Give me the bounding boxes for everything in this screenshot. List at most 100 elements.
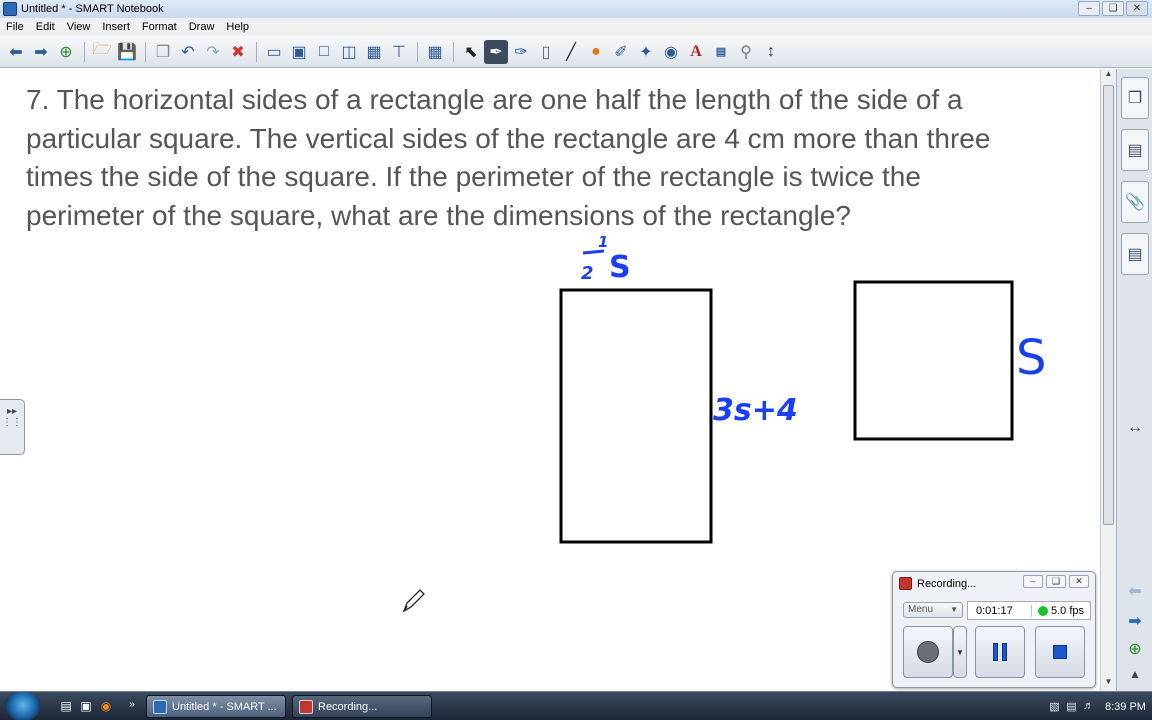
magnify-text-icon[interactable]: ⚲ [734, 40, 758, 64]
quicklaunch-more-icon[interactable]: » [124, 699, 140, 714]
previous-page-icon[interactable]: ⬅ [1123, 581, 1147, 601]
text-icon[interactable]: A [684, 40, 708, 64]
resize-horizontal-icon[interactable]: ↔ [1123, 419, 1147, 439]
stop-button[interactable] [1035, 626, 1085, 678]
magic-pen-icon[interactable]: ✦ [634, 40, 658, 64]
record-button[interactable] [903, 626, 953, 678]
shape-recognition-pen-icon[interactable]: ✐ [609, 40, 633, 64]
back-arrow-icon[interactable]: ⬅ [4, 40, 28, 64]
add-page-icon[interactable]: ⊕ [54, 40, 78, 64]
shape-icon[interactable]: ● [584, 40, 608, 64]
vertical-side-label: 3s+4 [713, 393, 798, 428]
dual-page-icon[interactable]: ◫ [337, 40, 361, 64]
add-page-side-icon[interactable]: ⊕ [1123, 639, 1147, 659]
redo-icon[interactable]: ↷ [201, 40, 225, 64]
system-tray: ▧ ▤ ♬ 8:39 PM [1042, 694, 1152, 719]
half-denominator: 2 [581, 263, 594, 284]
recording-time: 0:01:17 [968, 604, 1032, 617]
square-shape[interactable] [853, 280, 1014, 441]
line-icon[interactable]: ╱ [559, 40, 583, 64]
recorder-titlebar: Recording... [899, 577, 976, 590]
toolbar-divider [417, 41, 418, 62]
minimize-button[interactable]: – [1078, 1, 1100, 16]
menu-edit[interactable]: Edit [30, 21, 61, 33]
start-button[interactable] [4, 692, 42, 720]
stop-icon [1053, 645, 1067, 659]
save-icon[interactable]: 💾 [115, 40, 139, 64]
fps-value: 5.0 fps [1051, 604, 1085, 617]
next-page-icon[interactable]: ➡ [1123, 611, 1147, 631]
switch-windows-icon[interactable]: ▣ [78, 699, 94, 714]
pause-button[interactable] [975, 626, 1025, 678]
screen-shade-icon[interactable]: ▭ [262, 40, 286, 64]
recorder-restore-button[interactable]: ❑ [1046, 575, 1066, 588]
forward-arrow-icon[interactable]: ➡ [29, 40, 53, 64]
table-icon[interactable]: ▦ [423, 40, 447, 64]
side-tab-bar: ❐ ▤ 📎 ▤ ↔ ⬅ ➡ ⊕ ▲ [1116, 69, 1152, 691]
volume-icon[interactable]: ♬ [1082, 700, 1095, 713]
taskbar-button-recording[interactable]: Recording... [292, 695, 432, 718]
taskbar-button-label: Untitled * - SMART ... [172, 700, 277, 713]
side-panel-handle[interactable]: ▸▸ ⋮⋮ [0, 399, 25, 455]
show-desktop-icon[interactable]: ▤ [58, 699, 74, 714]
window-title: Untitled * - SMART Notebook [21, 3, 164, 15]
record-icon [917, 641, 939, 663]
attachments-icon[interactable]: 📎 [1121, 181, 1149, 223]
recorder-window-controls: – ❑ ✕ [1023, 575, 1089, 588]
taskbar-button-notebook[interactable]: Untitled * - SMART ... [146, 695, 286, 718]
smart-notebook-app-icon [3, 2, 17, 16]
record-options-button[interactable]: ▼ [953, 626, 967, 678]
collapse-icon[interactable]: ▲ [1123, 667, 1147, 687]
status-indicator-icon [1038, 605, 1048, 616]
full-screen-icon[interactable]: ▣ [287, 40, 311, 64]
vertical-scrollbar[interactable]: ▲ ▼ [1100, 69, 1116, 691]
fill-icon[interactable]: ◉ [659, 40, 683, 64]
creative-pen-icon[interactable]: ✑ [509, 40, 533, 64]
network-icon[interactable]: ▧ [1048, 700, 1061, 713]
scroll-down-arrow-icon[interactable]: ▼ [1101, 677, 1116, 691]
main-toolbar: ⬅ ➡ ⊕ 🗁 💾 ❐ ↶ ↷ ✖ ▭ ▣ □ ◫ ▦ ⊤ ▦ ⬉ ✒ ✑ ▯ … [0, 36, 1152, 68]
recorder-menu-dropdown[interactable]: Menu ▼ [903, 602, 963, 618]
taskbar-button-label: Recording... [318, 700, 378, 713]
toolbar-divider [453, 41, 454, 62]
toolbar-divider [145, 41, 146, 62]
document-camera-icon[interactable]: ⊤ [387, 40, 411, 64]
open-folder-icon[interactable]: 🗁 [90, 40, 114, 64]
move-toolbar-icon[interactable]: ↕ [759, 40, 783, 64]
eraser-icon[interactable]: ▯ [534, 40, 558, 64]
capture-icon[interactable]: ▦ [362, 40, 386, 64]
properties-icon[interactable]: ▤ [709, 40, 733, 64]
scroll-thumb[interactable] [1103, 85, 1114, 525]
restore-button[interactable]: ❑ [1102, 1, 1124, 16]
menu-insert[interactable]: Insert [96, 21, 136, 33]
delete-icon[interactable]: ✖ [226, 40, 250, 64]
properties-tab-icon[interactable]: ▤ [1121, 233, 1149, 275]
firefox-icon[interactable]: ◉ [98, 699, 114, 714]
select-icon[interactable]: ⬉ [459, 40, 483, 64]
toolbar-divider [84, 41, 85, 62]
pause-icon [993, 643, 1007, 661]
page-sorter-icon[interactable]: ❐ [1121, 77, 1149, 119]
pen-icon[interactable]: ✒ [484, 39, 508, 64]
close-button[interactable]: ✕ [1126, 1, 1148, 16]
gallery-icon[interactable]: ▤ [1121, 129, 1149, 171]
menu-help[interactable]: Help [220, 21, 255, 33]
undo-icon[interactable]: ↶ [176, 40, 200, 64]
recorder-minimize-button[interactable]: – [1023, 575, 1043, 588]
menu-format[interactable]: Format [136, 21, 183, 33]
transparent-background-icon[interactable]: □ [312, 40, 336, 64]
menu-view[interactable]: View [61, 21, 97, 33]
scroll-up-arrow-icon[interactable]: ▲ [1101, 69, 1116, 83]
signal-icon[interactable]: ▤ [1065, 700, 1078, 713]
menu-bar: File Edit View Insert Format Draw Help [0, 18, 1152, 36]
recorder-close-button[interactable]: ✕ [1069, 575, 1089, 588]
paste-icon[interactable]: ❐ [151, 40, 175, 64]
smart-notebook-task-icon [153, 699, 167, 714]
rectangle-shape[interactable] [559, 288, 713, 544]
toolbar-divider [256, 41, 257, 62]
half-variable: S [609, 250, 631, 285]
menu-draw[interactable]: Draw [183, 21, 221, 33]
clock[interactable]: 8:39 PM [1105, 701, 1146, 713]
chevron-down-icon: ▼ [950, 605, 958, 614]
menu-file[interactable]: File [0, 21, 30, 33]
